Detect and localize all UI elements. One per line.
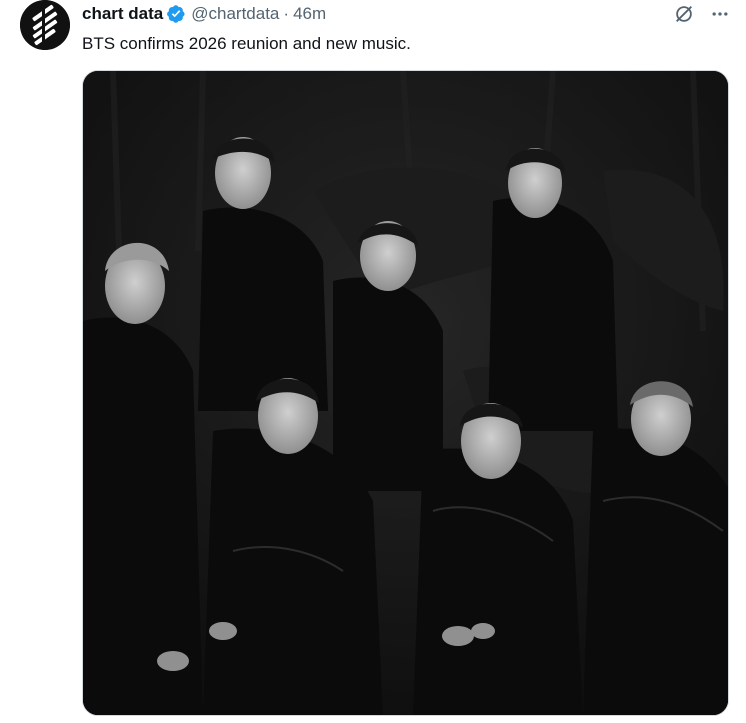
author-avatar[interactable] (20, 0, 70, 50)
author-handle[interactable]: @chartdata (191, 3, 279, 25)
tweet-photo[interactable] (82, 70, 729, 716)
author-name[interactable]: chart data (82, 3, 163, 25)
header-separator: · (283, 4, 290, 23)
grok-icon[interactable] (672, 2, 696, 26)
more-options-icon[interactable] (708, 2, 732, 26)
verified-badge-icon (166, 4, 186, 24)
tweet-header: chart data @chartdata · 46m (82, 3, 326, 25)
tweet-text: BTS confirms 2026 reunion and new music. (82, 34, 411, 53)
tweet[interactable]: chart data @chartdata · 46m BTS confirms… (0, 0, 746, 723)
tweet-actions (672, 2, 732, 26)
chart-data-logo-icon (20, 0, 70, 50)
tweet-timestamp[interactable]: 46m (293, 3, 326, 25)
